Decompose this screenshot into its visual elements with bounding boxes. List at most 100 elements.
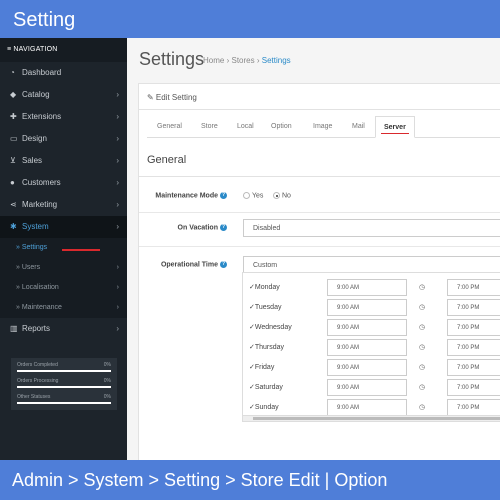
close-time-input[interactable]: 7:00 PM [447, 279, 500, 296]
sidebar-subitem-label: Localisation [21, 284, 59, 291]
sidebar-item-design[interactable]: ▭ Design › [0, 128, 127, 150]
clock-icon[interactable]: ◷ [407, 319, 437, 336]
open-time-input[interactable]: 9:00 AM [327, 299, 407, 316]
stat-orders-processing: Orders Processing 0% [17, 378, 111, 394]
close-time-input[interactable]: 7:00 PM [447, 379, 500, 396]
open-time-input[interactable]: 9:00 AM [327, 339, 407, 356]
sidebar-item-system[interactable]: ✱ System › [0, 216, 127, 238]
tab-server-label: Server [384, 124, 406, 131]
stat-bar [17, 386, 111, 388]
user-icon: ● [10, 178, 15, 187]
help-icon[interactable]: ? [220, 261, 227, 268]
gear-icon: ✱ [10, 222, 17, 231]
day-name: Tuesday [254, 304, 282, 311]
sidebar-item-reports[interactable]: ▥ Reports › [0, 318, 127, 340]
clock-icon[interactable]: ◷ [407, 399, 437, 416]
puzzle-icon: ✚ [10, 112, 17, 121]
breadcrumb: Home › Stores › Settings [203, 56, 291, 65]
schedule-row-tuesday: ✓Tuesday 9:00 AM ◷ 7:00 PM [243, 297, 500, 317]
sidebar-item-catalog[interactable]: ◆ Catalog › [0, 84, 127, 106]
sidebar-subitem-label: Users [21, 264, 41, 271]
day-label[interactable]: ✓Friday [249, 363, 274, 371]
sidebar-subitem-users[interactable]: » Users › [0, 258, 127, 278]
sidebar-item-label: Marketing [22, 200, 58, 209]
maintenance-yes-radio[interactable]: Yes [243, 192, 263, 199]
breadcrumb-settings[interactable]: Settings [262, 56, 291, 65]
row-divider [139, 246, 500, 247]
day-label[interactable]: ✓Saturday [249, 383, 283, 391]
schedule-row-wednesday: ✓Wednesday 9:00 AM ◷ 7:00 PM [243, 317, 500, 337]
close-time-input[interactable]: 7:00 PM [447, 359, 500, 376]
open-time-input[interactable]: 9:00 AM [327, 399, 407, 416]
help-icon[interactable]: ? [220, 192, 227, 199]
banner-title: Setting [13, 9, 76, 31]
breadcrumb-home[interactable]: Home [203, 56, 224, 65]
day-label[interactable]: ✓Thursday [249, 343, 284, 351]
open-time-input[interactable]: 9:00 AM [327, 379, 407, 396]
tab-local[interactable]: Local [237, 116, 254, 138]
sidebar-item-marketing[interactable]: ⋖ Marketing › [0, 194, 127, 216]
tab-store[interactable]: Store [201, 116, 218, 138]
horizontal-scrollbar[interactable] [243, 415, 500, 421]
sidebar-item-label: Customers [22, 178, 61, 187]
help-icon[interactable]: ? [220, 224, 227, 231]
open-time-input[interactable]: 9:00 AM [327, 279, 407, 296]
sidebar-item-label: Design [22, 134, 47, 143]
close-time-input[interactable]: 7:00 PM [447, 319, 500, 336]
day-name: Saturday [254, 384, 283, 391]
tab-mail[interactable]: Mail [352, 116, 365, 138]
breadcrumb-separator: › [226, 56, 230, 65]
chevron-right-icon: › [116, 156, 119, 165]
sidebar-item-dashboard[interactable]: ◔ Dashboard [0, 62, 127, 84]
sidebar-subitem-localisation[interactable]: » Localisation › [0, 278, 127, 298]
on-vacation-select[interactable]: Disabled [243, 219, 500, 237]
clock-icon[interactable]: ◷ [407, 299, 437, 316]
day-label[interactable]: ✓Wednesday [249, 323, 292, 331]
tab-general[interactable]: General [157, 116, 182, 138]
sidebar-subitem-label: Settings [21, 244, 48, 251]
sidebar-item-sales[interactable]: ⊻ Sales › [0, 150, 127, 172]
clock-icon[interactable]: ◷ [407, 339, 437, 356]
order-stats: Orders Completed 0% Orders Processing 0%… [11, 358, 117, 410]
tab-server[interactable]: Server [375, 116, 415, 138]
sidebar-subitem-settings[interactable]: » Settings [0, 238, 127, 258]
day-label[interactable]: ✓Tuesday [249, 303, 281, 311]
breadcrumb-separator: › [256, 56, 260, 65]
sidebar-item-customers[interactable]: ● Customers › [0, 172, 127, 194]
monitor-icon: ▭ [10, 134, 18, 143]
day-label[interactable]: ✓Monday [249, 283, 280, 291]
stat-label: Orders Processing [17, 378, 59, 384]
clock-icon[interactable]: ◷ [407, 379, 437, 396]
day-label[interactable]: ✓Sunday [249, 403, 279, 411]
open-time-input[interactable]: 9:00 AM [327, 359, 407, 376]
schedule-row-thursday: ✓Thursday 9:00 AM ◷ 7:00 PM [243, 337, 500, 357]
stat-other-statuses: Other Statuses 0% [17, 394, 111, 410]
bottom-banner: Admin > System > Setting > Store Edit | … [0, 460, 500, 500]
highlight-underline [62, 249, 100, 251]
chevron-right-icon: › [116, 284, 119, 291]
breadcrumb-stores[interactable]: Stores [231, 56, 254, 65]
close-time-input[interactable]: 7:00 PM [447, 339, 500, 356]
sidebar-subitem-maintenance[interactable]: » Maintenance › [0, 298, 127, 318]
close-time-input[interactable]: 7:00 PM [447, 299, 500, 316]
stat-bar [17, 370, 111, 372]
sidebar-subitem-label: Maintenance [21, 304, 62, 311]
tab-option[interactable]: Option [271, 116, 292, 138]
sidebar-item-label: Catalog [22, 90, 50, 99]
panel-heading: ✎ Edit Setting [139, 84, 500, 110]
clock-icon[interactable]: ◷ [407, 359, 437, 376]
tag-icon: ◆ [10, 90, 17, 99]
tab-image[interactable]: Image [313, 116, 332, 138]
open-time-input[interactable]: 9:00 AM [327, 319, 407, 336]
clock-icon[interactable]: ◷ [407, 279, 437, 296]
chevron-right-icon: › [116, 112, 119, 121]
maintenance-no-radio[interactable]: No [273, 192, 291, 199]
banner-caption: Admin > System > Setting > Store Edit | … [12, 470, 388, 490]
stat-label: Other Statuses [17, 394, 51, 400]
chevron-right-icon: › [116, 134, 119, 143]
radio-checked-icon [273, 192, 280, 199]
close-time-input[interactable]: 7:00 PM [447, 399, 500, 416]
sidebar-item-extensions[interactable]: ✚ Extensions › [0, 106, 127, 128]
scrollbar-thumb[interactable] [253, 417, 500, 420]
day-name: Sunday [254, 404, 279, 411]
